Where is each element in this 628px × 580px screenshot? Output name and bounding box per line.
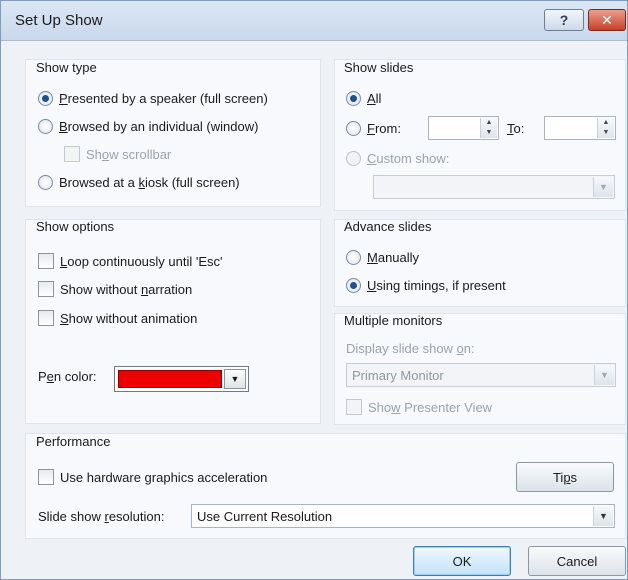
- presenter-view-option[interactable]: Show Presenter View: [346, 399, 492, 415]
- manually-label: Manually: [367, 250, 420, 265]
- presented-radio[interactable]: [38, 91, 53, 106]
- show-type-title: Show type: [36, 60, 97, 75]
- kiosk-label: Browsed at a kiosk (full screen): [59, 175, 240, 190]
- pen-color-label: Pen color:: [38, 369, 97, 384]
- from-label: From:: [367, 121, 401, 136]
- using-timings-option[interactable]: Using timings, if present: [346, 278, 506, 293]
- without-animation-option[interactable]: Show without animation: [38, 310, 197, 326]
- help-icon: ?: [559, 12, 569, 28]
- ok-button[interactable]: OK: [413, 546, 511, 576]
- from-spinner-arrows[interactable]: ▲ ▼: [480, 118, 497, 138]
- custom-show-option[interactable]: Custom show:: [346, 151, 449, 166]
- spin-down-icon: ▼: [485, 129, 493, 136]
- advance-slides-title: Advance slides: [344, 219, 432, 234]
- show-slides-title: Show slides: [344, 60, 414, 75]
- hw-accel-checkbox[interactable]: [38, 469, 54, 485]
- manually-option[interactable]: Manually: [346, 250, 419, 265]
- custom-show-dropdown[interactable]: ▼: [373, 175, 615, 199]
- ok-label: OK: [452, 553, 472, 569]
- chevron-down-icon[interactable]: ▼: [593, 506, 613, 526]
- all-slides-radio[interactable]: [346, 91, 361, 106]
- hw-accel-label: Use hardware graphics acceleration: [60, 469, 268, 485]
- monitor-value: Primary Monitor: [352, 367, 444, 383]
- loop-checkbox[interactable]: [38, 253, 54, 269]
- to-spinner[interactable]: ▲ ▼: [544, 116, 616, 140]
- pen-color-picker[interactable]: ▼: [114, 366, 249, 392]
- multiple-monitors-title: Multiple monitors: [344, 313, 443, 328]
- close-icon: ✕: [601, 11, 613, 28]
- browsed-individual-label: Browsed by an individual (window): [59, 119, 259, 134]
- timings-radio[interactable]: [346, 278, 361, 293]
- show-scrollbar-checkbox[interactable]: [64, 146, 80, 162]
- resolution-label: Slide show resolution:: [38, 509, 165, 524]
- display-on-label: Display slide show on:: [346, 341, 475, 356]
- dialog-title: Set Up Show: [15, 12, 103, 29]
- presenter-view-label: Show Presenter View: [368, 399, 493, 415]
- narration-label: Show without narration: [60, 281, 193, 297]
- manually-radio[interactable]: [346, 250, 361, 265]
- from-radio[interactable]: [346, 121, 361, 136]
- loop-continuously-option[interactable]: Loop continuously until 'Esc': [38, 253, 223, 269]
- all-slides-option[interactable]: All: [346, 91, 381, 106]
- help-button[interactable]: ?: [544, 9, 584, 31]
- resolution-value: Use Current Resolution: [197, 508, 333, 524]
- cancel-label: Cancel: [556, 553, 598, 569]
- hardware-acceleration-option[interactable]: Use hardware graphics acceleration: [38, 469, 267, 485]
- spin-up-icon: ▲: [485, 119, 493, 126]
- browsed-at-kiosk-option[interactable]: Browsed at a kiosk (full screen): [38, 175, 240, 190]
- chevron-down-icon[interactable]: ▼: [594, 365, 614, 385]
- animation-checkbox[interactable]: [38, 310, 54, 326]
- presented-label: Presented by a speaker (full screen): [59, 91, 268, 106]
- set-up-show-dialog: Set Up Show ? ✕ Show type Presented by a…: [0, 0, 628, 580]
- to-label: To:: [507, 121, 525, 136]
- tips-button[interactable]: Tips: [516, 462, 614, 492]
- timings-label: Using timings, if present: [367, 278, 506, 293]
- cancel-button[interactable]: Cancel: [528, 546, 626, 576]
- custom-show-label: Custom show:: [367, 151, 450, 166]
- chevron-down-icon[interactable]: ▼: [224, 369, 246, 389]
- chevron-down-icon[interactable]: ▼: [593, 177, 613, 197]
- pen-color-swatch: [118, 370, 222, 388]
- show-scrollbar-option[interactable]: Show scrollbar: [64, 146, 171, 162]
- without-narration-option[interactable]: Show without narration: [38, 281, 192, 297]
- narration-checkbox[interactable]: [38, 281, 54, 297]
- tips-label: Tips: [552, 469, 578, 485]
- from-spinner[interactable]: ▲ ▼: [428, 116, 499, 140]
- from-slides-option[interactable]: From:: [346, 121, 401, 136]
- resolution-label-row: Slide show resolution:: [38, 509, 164, 524]
- kiosk-radio[interactable]: [38, 175, 53, 190]
- show-options-title: Show options: [36, 219, 115, 234]
- presented-by-speaker-option[interactable]: Presented by a speaker (full screen): [38, 91, 268, 106]
- to-label-row: To:: [507, 121, 524, 136]
- monitor-dropdown[interactable]: Primary Monitor ▼: [346, 363, 616, 387]
- close-button[interactable]: ✕: [588, 9, 626, 31]
- title-bar: Set Up Show ? ✕: [1, 1, 627, 41]
- spin-down-icon: ▼: [602, 129, 610, 136]
- presenter-view-checkbox[interactable]: [346, 399, 362, 415]
- display-on-label-row: Display slide show on:: [346, 341, 475, 356]
- to-spinner-arrows[interactable]: ▲ ▼: [597, 118, 614, 138]
- animation-label: Show without animation: [60, 310, 198, 326]
- pen-color-label-row: Pen color:: [38, 369, 97, 384]
- custom-show-radio[interactable]: [346, 151, 361, 166]
- browsed-individual-radio[interactable]: [38, 119, 53, 134]
- resolution-dropdown[interactable]: Use Current Resolution ▼: [191, 504, 615, 528]
- performance-title: Performance: [36, 434, 111, 449]
- show-scrollbar-label: Show scrollbar: [86, 146, 172, 162]
- spin-up-icon: ▲: [602, 119, 610, 126]
- browsed-by-individual-option[interactable]: Browsed by an individual (window): [38, 119, 258, 134]
- loop-label: Loop continuously until 'Esc': [60, 253, 223, 269]
- all-slides-label: All: [367, 91, 382, 106]
